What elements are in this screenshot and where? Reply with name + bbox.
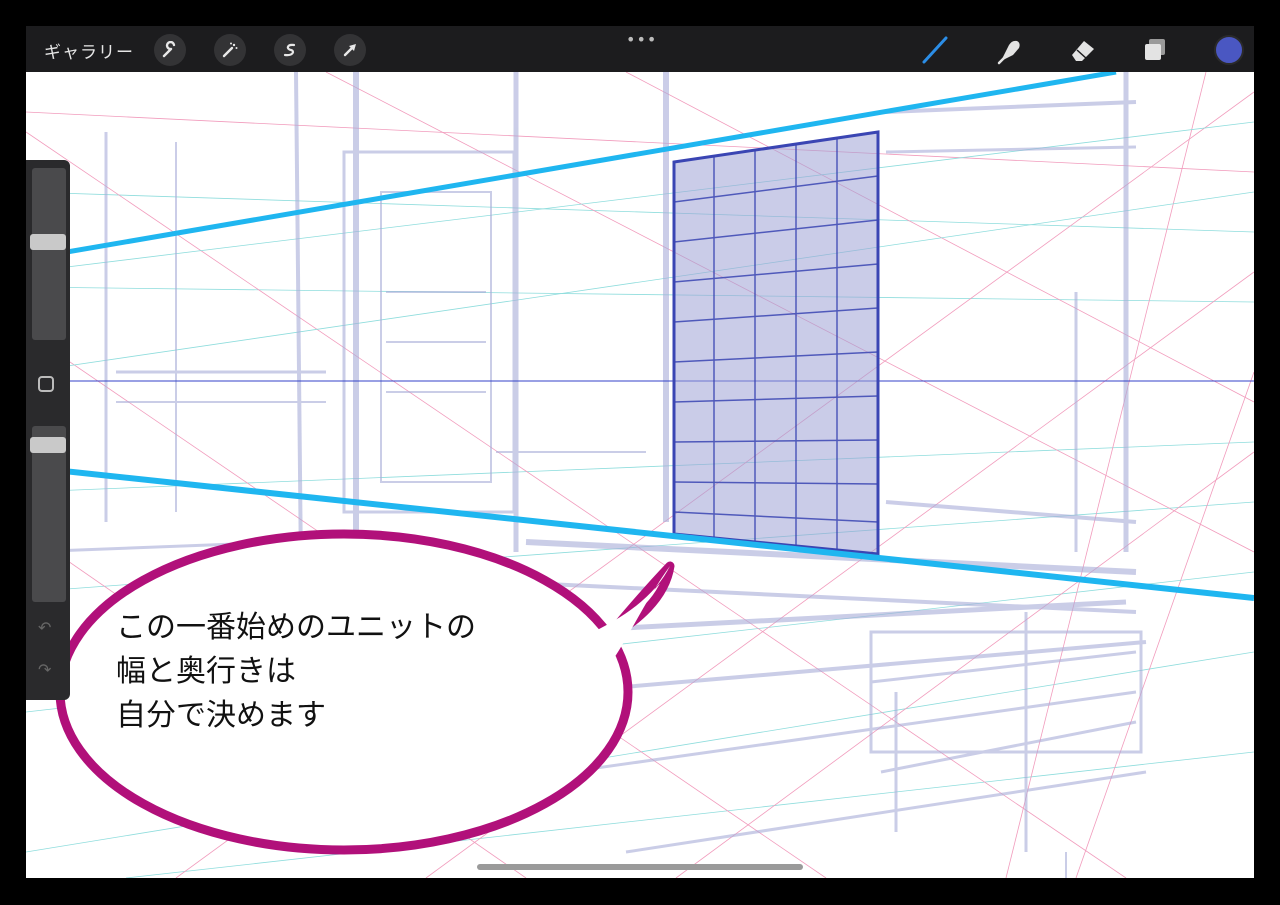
home-indicator [477, 864, 803, 870]
more-menu-dots[interactable]: ••• [626, 30, 657, 49]
eraser-icon [1072, 41, 1094, 61]
actions-button[interactable] [154, 34, 186, 66]
modify-button[interactable] [38, 376, 54, 392]
top-guide-line [26, 72, 1117, 262]
color-picker-button[interactable] [1214, 35, 1244, 65]
adjustments-button[interactable] [214, 34, 246, 66]
eraser-tool[interactable] [1068, 35, 1098, 65]
layers-tool[interactable] [1140, 35, 1170, 65]
bubble-line-2: 幅と奥行きは [116, 654, 296, 689]
opacity-slider-thumb[interactable] [30, 437, 66, 454]
procreate-screen: この一番始めのユニットの 幅と奥行きは 自分で決めます ギャラリー ••• ↶ … [26, 26, 1254, 878]
left-sidebar: ↶ ↷ [26, 160, 70, 700]
smudge-tool[interactable] [995, 35, 1025, 65]
layers-icon [1145, 39, 1165, 60]
magic-wand-icon [222, 42, 238, 58]
brush-icon [922, 36, 948, 64]
redo-icon[interactable]: ↷ [38, 660, 51, 679]
undo-icon[interactable]: ↶ [38, 618, 51, 637]
transform-arrow-icon [343, 44, 356, 57]
brush-size-slider-thumb[interactable] [30, 233, 66, 250]
top-toolbar: ギャラリー ••• [26, 26, 1254, 72]
brush-tool[interactable] [920, 35, 950, 65]
gallery-button[interactable]: ギャラリー [44, 38, 134, 63]
transform-button[interactable] [334, 34, 366, 66]
smudge-icon [997, 40, 1020, 65]
selection-button[interactable] [274, 34, 306, 66]
bubble-line-1: この一番始めのユニットの [116, 610, 476, 645]
speech-bubble-text: この一番始めのユニットの 幅と奥行きは 自分で決めます [116, 606, 476, 738]
bubble-line-3: 自分で決めます [116, 698, 326, 733]
selection-icon [283, 43, 296, 57]
wrench-icon [162, 41, 176, 58]
brush-size-slider[interactable] [32, 168, 66, 340]
drawing-canvas[interactable] [26, 72, 1254, 878]
first-unit-panel [672, 130, 880, 556]
